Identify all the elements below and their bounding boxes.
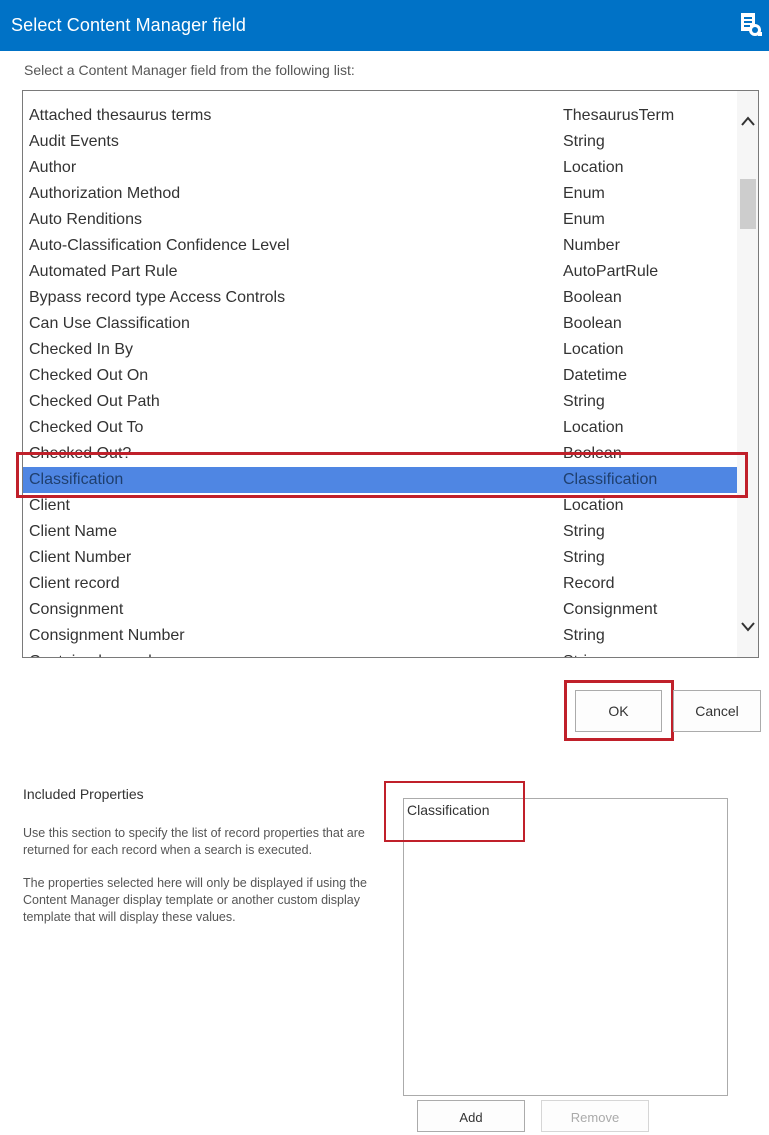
field-list-item[interactable]: Audit Events String (23, 129, 737, 155)
field-type: Consignment (563, 601, 658, 618)
field-list-rows: Attached thesaurus terms ThesaurusTerm Aud… (23, 91, 737, 657)
field-type: String (563, 649, 605, 657)
field-list-item[interactable]: Classification Classification (23, 467, 737, 493)
chevron-up-icon[interactable] (737, 111, 758, 133)
field-name: Consignment (29, 601, 124, 618)
field-name: Attached thesaurus terms (29, 107, 212, 124)
remove-button[interactable]: Remove (541, 1100, 649, 1132)
field-name: Bypass record type Access Controls (29, 289, 286, 306)
field-type: String (563, 523, 605, 540)
field-type: Classification (563, 471, 658, 488)
cancel-button-label: Cancel (695, 703, 739, 719)
field-name: Classification (29, 471, 124, 488)
field-name: Can Use Classification (29, 315, 190, 332)
scrollbar-thumb[interactable] (740, 179, 756, 229)
field-type: Enum (563, 185, 605, 202)
cancel-button[interactable]: Cancel (673, 690, 761, 732)
field-list-item[interactable]: Contained records String (23, 649, 737, 657)
field-list-prompt: Select a Content Manager field from the … (24, 62, 355, 78)
add-button-label: Add (459, 1110, 483, 1125)
field-type: Enum (563, 211, 605, 228)
field-name: Auto-Classification Confidence Level (29, 237, 290, 254)
field-type: Location (563, 341, 624, 358)
field-name: Consignment Number (29, 627, 185, 644)
field-list-item[interactable]: Checked In By Location (23, 337, 737, 363)
ok-button-label: OK (608, 703, 629, 719)
field-listbox[interactable]: Attached thesaurus terms ThesaurusTerm Aud… (22, 90, 759, 658)
field-type: Number (563, 237, 620, 254)
field-list-item[interactable]: Author Location (23, 155, 737, 181)
field-name: Checked In By (29, 341, 134, 358)
field-type: Location (563, 497, 624, 514)
included-properties-title: Included Properties (23, 786, 144, 802)
field-type: ThesaurusTerm (563, 107, 675, 124)
field-list-item[interactable]: Bypass record type Access Controls Boolea… (23, 285, 737, 311)
field-type: String (563, 393, 605, 410)
field-name: Auto Renditions (29, 211, 142, 228)
field-list-item[interactable]: Auto-Classification Confidence Level Numb… (23, 233, 737, 259)
field-name: Client record (29, 575, 120, 592)
field-type: String (563, 133, 605, 150)
dialog-title: Select Content Manager field (11, 15, 246, 35)
field-name: Checked Out Path (29, 393, 160, 410)
included-properties-list[interactable]: Classification (403, 798, 728, 1096)
field-type: Boolean (563, 445, 622, 462)
field-list-item[interactable]: Client record Record (23, 571, 737, 597)
field-name: Contained records (29, 649, 160, 657)
field-list-item[interactable]: Automated Part Rule AutoPartRule (23, 259, 737, 285)
field-list-scrollbar[interactable] (737, 91, 758, 657)
field-list-item[interactable]: Authorization Method Enum (23, 181, 737, 207)
dialog-title-bar: Select Content Manager field (0, 0, 769, 51)
field-name: Checked Out To (29, 419, 144, 436)
field-type: Boolean (563, 289, 622, 306)
chevron-down-icon[interactable] (737, 617, 758, 639)
field-list-item[interactable]: Checked Out Path String (23, 389, 737, 415)
field-type: Location (563, 419, 624, 436)
remove-button-label: Remove (570, 1110, 620, 1125)
field-type: AutoPartRule (563, 263, 659, 280)
field-name: Client (29, 497, 70, 514)
field-type: String (563, 549, 605, 566)
field-list-item[interactable]: Attached thesaurus terms ThesaurusTerm (23, 103, 737, 129)
field-list-item[interactable]: Checked Out On Datetime (23, 363, 737, 389)
included-properties-description: Use this section to specify the list of … (23, 826, 365, 857)
field-name: Checked Out? (29, 445, 132, 462)
field-list-item[interactable] (23, 91, 737, 103)
field-list-item[interactable]: Client Name String (23, 519, 737, 545)
field-list-item[interactable]: Client Number String (23, 545, 737, 571)
field-type: Location (563, 159, 624, 176)
field-name: Author (29, 159, 77, 176)
field-list-item[interactable]: Consignment Number String (23, 623, 737, 649)
app-logo-icon (739, 12, 763, 38)
add-button[interactable]: Add (417, 1100, 525, 1132)
field-name: Authorization Method (29, 185, 181, 202)
field-type: Datetime (563, 367, 628, 384)
included-property-item[interactable]: Classification (407, 802, 489, 818)
field-list-item[interactable]: Client Location (23, 493, 737, 519)
field-name: Checked Out On (29, 367, 149, 384)
ok-button[interactable]: OK (575, 690, 662, 732)
field-type: String (563, 627, 605, 644)
field-list-item[interactable]: Checked Out? Boolean (23, 441, 737, 467)
field-name: Audit Events (29, 133, 119, 150)
field-type: Boolean (563, 315, 622, 332)
included-properties-note: The properties selected here will only b… (23, 876, 367, 924)
field-list-item[interactable]: Auto Renditions Enum (23, 207, 737, 233)
field-list-item[interactable]: Consignment Consignment (23, 597, 737, 623)
field-list-item[interactable]: Checked Out To Location (23, 415, 737, 441)
field-name: Automated Part Rule (29, 263, 178, 280)
field-type: Record (563, 575, 615, 592)
field-list-item[interactable]: Can Use Classification Boolean (23, 311, 737, 337)
field-name: Client Name (29, 523, 118, 540)
field-name: Client Number (29, 549, 132, 566)
